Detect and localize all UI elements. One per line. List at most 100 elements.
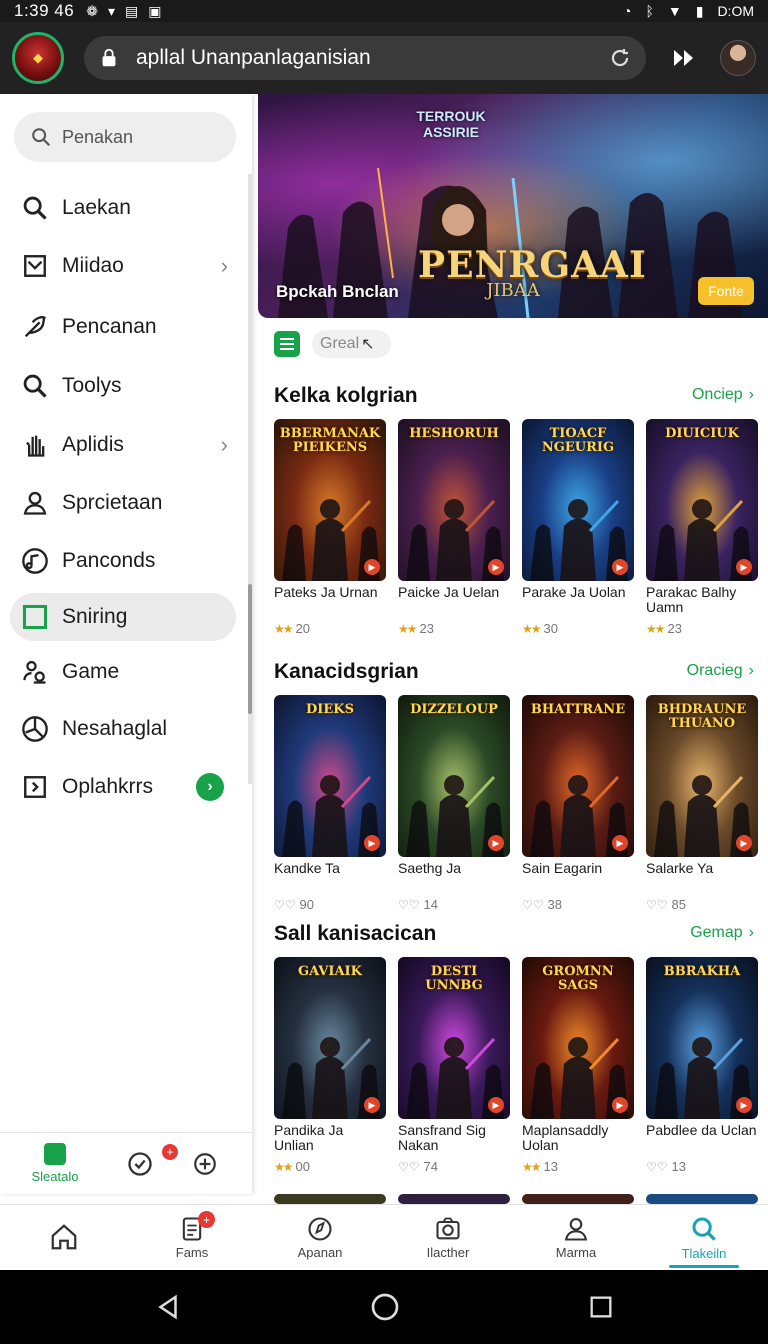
section-more-link[interactable]: Onciep ›: [692, 386, 754, 404]
game-cover[interactable]: [646, 1194, 758, 1204]
play-icon[interactable]: ▶: [612, 559, 628, 575]
sidebar-item-laekan[interactable]: Laekan: [10, 184, 236, 232]
sidebar-tab-check[interactable]: +: [110, 1143, 178, 1178]
play-icon[interactable]: ▶: [736, 1097, 752, 1113]
chevron-right-icon: ›: [748, 662, 754, 679]
nav-ilacther[interactable]: Ilacther: [384, 1205, 512, 1270]
play-icon[interactable]: ▶: [364, 559, 380, 575]
nav-apanan[interactable]: Apanan: [256, 1205, 384, 1270]
game-cover[interactable]: DESTI UNNBG ▶: [398, 957, 510, 1119]
sidebar-tab-add[interactable]: [170, 1151, 240, 1177]
nav-label: Fams: [175, 1245, 209, 1260]
section-title: Sall kanisacican: [274, 922, 437, 945]
notification-badge: +: [198, 1211, 215, 1228]
square-icon: [20, 602, 50, 632]
game-cover[interactable]: BHATTRANE ▶: [522, 695, 634, 857]
game-card[interactable]: DESTI UNNBG ▶ Sansfrand Sig Nakan ♡♡ 74: [398, 957, 510, 1174]
game-card[interactable]: BHATTRANE ▶ Sain Eagarin ♡♡ 38: [522, 695, 634, 912]
avatar[interactable]: [720, 40, 756, 76]
filter-chip[interactable]: Greal ↖: [312, 330, 391, 358]
game-card[interactable]: GAVIAIK ▶ Pandika Ja Unlian ★★ 00: [274, 957, 386, 1174]
game-card[interactable]: DIUICIUK ▶ Parakac Balhy Uamn ★★ 23: [646, 419, 758, 636]
rating-count: 30: [543, 621, 558, 636]
play-icon[interactable]: ▶: [612, 835, 628, 851]
game-cover[interactable]: DIEKS ▶: [274, 695, 386, 857]
game-card[interactable]: BBRAKHA ▶ Pabdlee da Uclan ♡♡ 13: [646, 957, 758, 1174]
game-cover[interactable]: GROMNN SAGS ▶: [522, 957, 634, 1119]
game-cover[interactable]: DIUICIUK ▶: [646, 419, 758, 581]
search-icon: [692, 1217, 716, 1241]
recents-icon[interactable]: [587, 1293, 615, 1321]
reload-icon[interactable]: [608, 46, 632, 70]
lock-icon: [102, 48, 116, 67]
play-icon[interactable]: ▶: [488, 1097, 504, 1113]
like-icon: ♡♡: [646, 1159, 668, 1174]
play-icon[interactable]: ▶: [364, 1097, 380, 1113]
cover-title: GROMNN SAGS: [542, 964, 614, 993]
cover-title: HESHORUH: [409, 426, 499, 441]
sidebar-item-sprcietaan[interactable]: Sprcietaan: [10, 479, 236, 527]
app-logo[interactable]: ◆: [12, 32, 64, 84]
nav-fams[interactable]: + Fams: [128, 1205, 256, 1270]
play-icon[interactable]: ▶: [736, 835, 752, 851]
search-icon: [20, 371, 50, 401]
sidebar-item-pencanan[interactable]: Pencanan: [10, 303, 236, 351]
section-more-link[interactable]: Gemap ›: [690, 924, 754, 942]
sidebar-tab-sleatalo[interactable]: Sleatalo: [0, 1143, 110, 1184]
game-card[interactable]: GROMNN SAGS ▶ Maplansaddly Uolan ★★ 13: [522, 957, 634, 1174]
game-cover[interactable]: BBERMANAK PIEIKENS ▶: [274, 419, 386, 581]
back-icon[interactable]: [153, 1292, 183, 1322]
game-cover[interactable]: BBRAKHA ▶: [646, 957, 758, 1119]
game-cover[interactable]: DIZZELOUP ▶: [398, 695, 510, 857]
game-name: Kandke Ta: [274, 861, 340, 876]
game-cover[interactable]: [522, 1194, 634, 1204]
section-more-link[interactable]: Oraciеg ›: [687, 662, 754, 680]
list-icon[interactable]: [274, 331, 300, 357]
game-cover[interactable]: [274, 1194, 386, 1204]
play-icon[interactable]: ▶: [488, 835, 504, 851]
sidebar-item-sniring[interactable]: Sniring: [10, 593, 236, 641]
game-cover[interactable]: BHDRAUNE THUANO ▶: [646, 695, 758, 857]
game-rating: ♡♡ 85: [646, 897, 758, 912]
cover-title: BBRAKHA: [663, 964, 741, 979]
game-cover[interactable]: HESHORUH ▶: [398, 419, 510, 581]
play-icon[interactable]: ▶: [736, 559, 752, 575]
game-rating: ♡♡ 38: [522, 897, 634, 912]
nav-marma[interactable]: Marma: [512, 1205, 640, 1270]
game-cover[interactable]: GAVIAIK ▶: [274, 957, 386, 1119]
url-bar[interactable]: apllal Unanpanlaganisian: [84, 36, 646, 80]
forward-icon[interactable]: [670, 44, 698, 72]
game-cover[interactable]: [398, 1194, 510, 1204]
game-cover[interactable]: TIOACF NGEURIG ▶: [522, 419, 634, 581]
game-card[interactable]: BBERMANAK PIEIKENS ▶ Pateks Ja Urnan ★★ 20: [274, 419, 386, 636]
sidebar-item-game[interactable]: Game: [10, 648, 236, 696]
sidebar-item-label: Toolys: [62, 374, 122, 397]
nav-tlakeiln[interactable]: Tlakeiln: [640, 1205, 768, 1270]
sidebar-item-oplahkrrs[interactable]: Oplahkrrs ›: [10, 763, 236, 811]
home-button-icon[interactable]: [369, 1291, 401, 1323]
hero-banner[interactable]: TERROUK ASSIRIE PENRGAAI JIBAA Bpckah Bn…: [258, 94, 768, 318]
hero-button[interactable]: Fonte: [698, 277, 754, 305]
play-icon[interactable]: ▶: [488, 559, 504, 575]
scrollbar-thumb[interactable]: [248, 584, 252, 714]
sidebar-item-aplidis[interactable]: Aplidis ›: [10, 421, 236, 469]
sidebar-item-nesahaglal[interactable]: Nesahaglal: [10, 705, 236, 753]
sidebar-item-panconds[interactable]: Panconds: [10, 537, 236, 585]
game-card[interactable]: DIEKS ▶ Kandke Ta ♡♡ 90: [274, 695, 386, 912]
sidebar-item-toolys[interactable]: Toolys: [10, 362, 236, 410]
nav-home[interactable]: [0, 1205, 128, 1270]
game-card[interactable]: DIZZELOUP ▶ Saethg Ja ♡♡ 14: [398, 695, 510, 912]
sidebar-item-label: Oplahkrrs: [62, 775, 154, 798]
play-icon[interactable]: ▶: [612, 1097, 628, 1113]
rating-count: 85: [671, 897, 686, 912]
rating-count: 13: [543, 1159, 558, 1174]
sidebar-item-miidao[interactable]: Miidao ›: [10, 242, 236, 290]
sidebar-search-input[interactable]: Penakan: [14, 112, 236, 162]
play-icon[interactable]: ▶: [364, 835, 380, 851]
game-card[interactable]: HESHORUH ▶ Paicke Ja Uelan ★★ 23: [398, 419, 510, 636]
game-card[interactable]: BHDRAUNE THUANO ▶ Salarke Ya ♡♡ 85: [646, 695, 758, 912]
go-arrow-button[interactable]: ›: [196, 773, 224, 801]
sidebar-scrollbar[interactable]: [248, 174, 252, 784]
filter-row: Greal ↖: [274, 330, 391, 358]
game-card[interactable]: TIOACF NGEURIG ▶ Parake Ja Uolan ★★ 30: [522, 419, 634, 636]
